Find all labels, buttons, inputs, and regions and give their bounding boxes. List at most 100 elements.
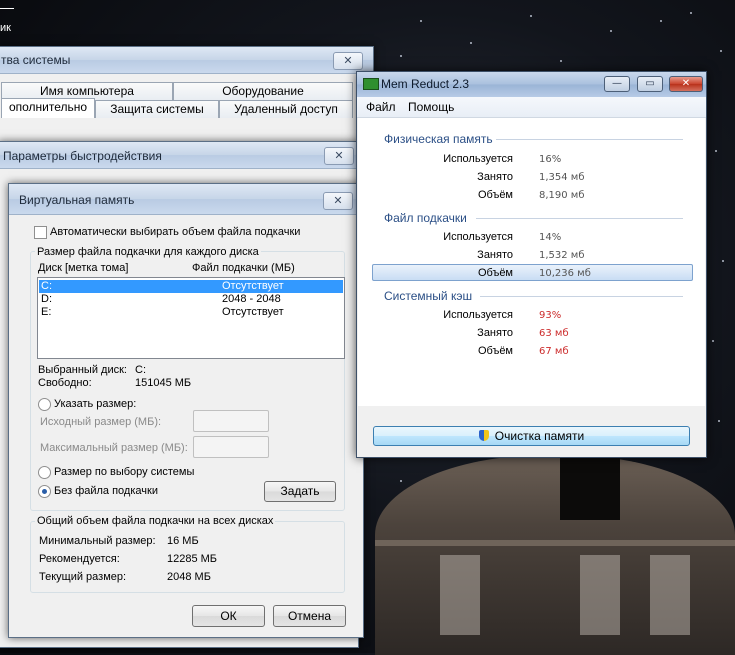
dome-panel bbox=[650, 555, 690, 635]
system-managed-label: Размер по выбору системы bbox=[54, 466, 195, 478]
maximize-button[interactable]: ▭ bbox=[637, 76, 663, 92]
list-item[interactable]: D: 2048 - 2048 bbox=[39, 293, 343, 306]
free-space-label: Свободно: bbox=[38, 377, 92, 389]
row-label: Используется bbox=[443, 153, 513, 165]
mem-reduct-titlebar[interactable]: Mem Reduct 2.3 — ▭ ✕ bbox=[357, 72, 706, 97]
row-label: Занято bbox=[477, 249, 513, 261]
custom-size-radio[interactable] bbox=[38, 398, 51, 411]
close-icon: ✕ bbox=[343, 54, 353, 67]
column-header-pagefile: Файл подкачки (МБ) bbox=[192, 262, 295, 274]
desktop-line bbox=[0, 8, 14, 9]
dome-panel bbox=[580, 555, 620, 635]
close-button[interactable]: ✕ bbox=[669, 76, 703, 92]
row-value: 1,354 мб bbox=[539, 172, 585, 183]
close-icon: ✕ bbox=[334, 149, 344, 162]
min-size-label: Минимальный размер: bbox=[39, 535, 156, 547]
row-value: 16% bbox=[539, 154, 562, 165]
menubar: Файл Помощь bbox=[357, 97, 706, 118]
row-value: 63 мб bbox=[539, 328, 569, 339]
tab-advanced[interactable]: ополнительно bbox=[1, 98, 95, 118]
pagefile-size: Отсутствует bbox=[222, 280, 284, 292]
window-title: Mem Reduct 2.3 bbox=[381, 77, 470, 91]
desktop-icon-label[interactable]: ик bbox=[0, 22, 11, 34]
row-value: 14% bbox=[539, 232, 562, 243]
menu-help[interactable]: Помощь bbox=[408, 100, 454, 114]
cancel-button[interactable]: Отмена bbox=[273, 605, 346, 627]
section-page-file: Файл подкачки bbox=[384, 211, 467, 225]
no-paging-file-radio[interactable] bbox=[38, 485, 51, 498]
selected-disk-value: C: bbox=[135, 364, 146, 376]
row-value: 93% bbox=[539, 310, 562, 321]
current-size-label: Текущий размер: bbox=[39, 571, 127, 583]
close-icon: ✕ bbox=[681, 78, 691, 89]
minimize-button[interactable]: — bbox=[604, 76, 630, 92]
system-properties-titlebar[interactable]: тва системы ✕ bbox=[0, 47, 373, 74]
section-divider bbox=[480, 296, 683, 297]
dome-panel bbox=[440, 555, 480, 635]
shield-icon bbox=[478, 430, 489, 441]
auto-manage-label: Автоматически выбирать объем файла подка… bbox=[50, 226, 301, 238]
row-value: 8,190 мб bbox=[539, 190, 585, 201]
mem-reduct-window: Mem Reduct 2.3 — ▭ ✕ Файл Помощь Физичес… bbox=[356, 71, 707, 458]
tab-system-protection[interactable]: Защита системы bbox=[95, 100, 219, 118]
tab-remote[interactable]: Удаленный доступ bbox=[219, 100, 353, 118]
no-paging-file-label: Без файла подкачки bbox=[54, 485, 158, 497]
minimize-icon: — bbox=[612, 78, 622, 89]
row-label: Занято bbox=[477, 171, 513, 183]
close-button[interactable]: ✕ bbox=[323, 192, 353, 210]
dialog-title: Виртуальная память bbox=[19, 193, 135, 207]
section-system-cache: Системный кэш bbox=[384, 289, 473, 303]
performance-options-titlebar[interactable]: Параметры быстродействия ✕ bbox=[0, 142, 358, 169]
pagefile-size: Отсутствует bbox=[222, 306, 284, 318]
close-button[interactable]: ✕ bbox=[333, 52, 363, 70]
selected-disk-label: Выбранный диск: bbox=[38, 364, 127, 376]
pagefile-size: 2048 - 2048 bbox=[222, 293, 281, 305]
row-value: 1,532 мб bbox=[539, 250, 585, 261]
section-divider bbox=[496, 139, 683, 140]
window-title: Параметры быстродействия bbox=[3, 149, 162, 163]
ok-button[interactable]: ОК bbox=[192, 605, 265, 627]
per-disk-group-label: Размер файла подкачки для каждого диска bbox=[35, 246, 261, 258]
initial-size-label: Исходный размер (МБ): bbox=[40, 416, 162, 428]
row-value: 67 мб bbox=[539, 346, 569, 357]
tab-hardware[interactable]: Оборудование bbox=[173, 82, 353, 100]
section-physical-memory: Физическая память bbox=[384, 132, 493, 146]
section-divider bbox=[476, 218, 683, 219]
row-label: Занято bbox=[477, 327, 513, 339]
virtual-memory-dialog: Виртуальная память ✕ Автоматически выбир… bbox=[8, 183, 364, 638]
virtual-memory-titlebar[interactable]: Виртуальная память ✕ bbox=[9, 184, 363, 215]
row-label: Объём bbox=[477, 345, 513, 357]
maximize-icon: ▭ bbox=[645, 78, 655, 89]
menu-file[interactable]: Файл bbox=[366, 100, 396, 114]
clean-memory-label: Очистка памяти bbox=[494, 429, 585, 443]
list-item[interactable]: E: Отсутствует bbox=[39, 306, 343, 319]
close-button[interactable]: ✕ bbox=[324, 147, 354, 165]
list-item[interactable]: C: Отсутствует bbox=[39, 280, 343, 293]
dome-band bbox=[375, 540, 735, 546]
total-pagefile-group-label: Общий объем файла подкачки на всех диска… bbox=[35, 515, 276, 527]
drive-letter: D: bbox=[41, 293, 52, 305]
custom-size-label: Указать размер: bbox=[54, 398, 137, 410]
drive-list[interactable]: C: Отсутствует D: 2048 - 2048 E: Отсутст… bbox=[37, 277, 345, 359]
memory-stats-panel: Физическая память Используется 16% Занят… bbox=[358, 118, 705, 406]
recommended-label: Рекомендуется: bbox=[39, 553, 120, 565]
min-size-value: 16 МБ bbox=[167, 535, 199, 547]
auto-manage-checkbox[interactable] bbox=[34, 226, 47, 239]
window-title: тва системы bbox=[1, 53, 71, 67]
app-icon bbox=[363, 78, 379, 90]
max-size-label: Максимальный размер (МБ): bbox=[40, 442, 188, 454]
set-button[interactable]: Задать bbox=[264, 481, 336, 502]
system-managed-radio[interactable] bbox=[38, 466, 51, 479]
row-label: Используется bbox=[443, 231, 513, 243]
initial-size-input[interactable] bbox=[193, 410, 269, 432]
close-icon: ✕ bbox=[333, 194, 343, 207]
current-size-value: 2048 МБ bbox=[167, 571, 211, 583]
row-label: Объём bbox=[477, 267, 513, 279]
clean-memory-button[interactable]: Очистка памяти bbox=[373, 426, 690, 446]
row-label: Объём bbox=[477, 189, 513, 201]
drive-letter: E: bbox=[41, 306, 52, 318]
free-space-value: 151045 МБ bbox=[135, 377, 192, 389]
column-header-drive: Диск [метка тома] bbox=[38, 262, 129, 274]
max-size-input[interactable] bbox=[193, 436, 269, 458]
row-label: Используется bbox=[443, 309, 513, 321]
